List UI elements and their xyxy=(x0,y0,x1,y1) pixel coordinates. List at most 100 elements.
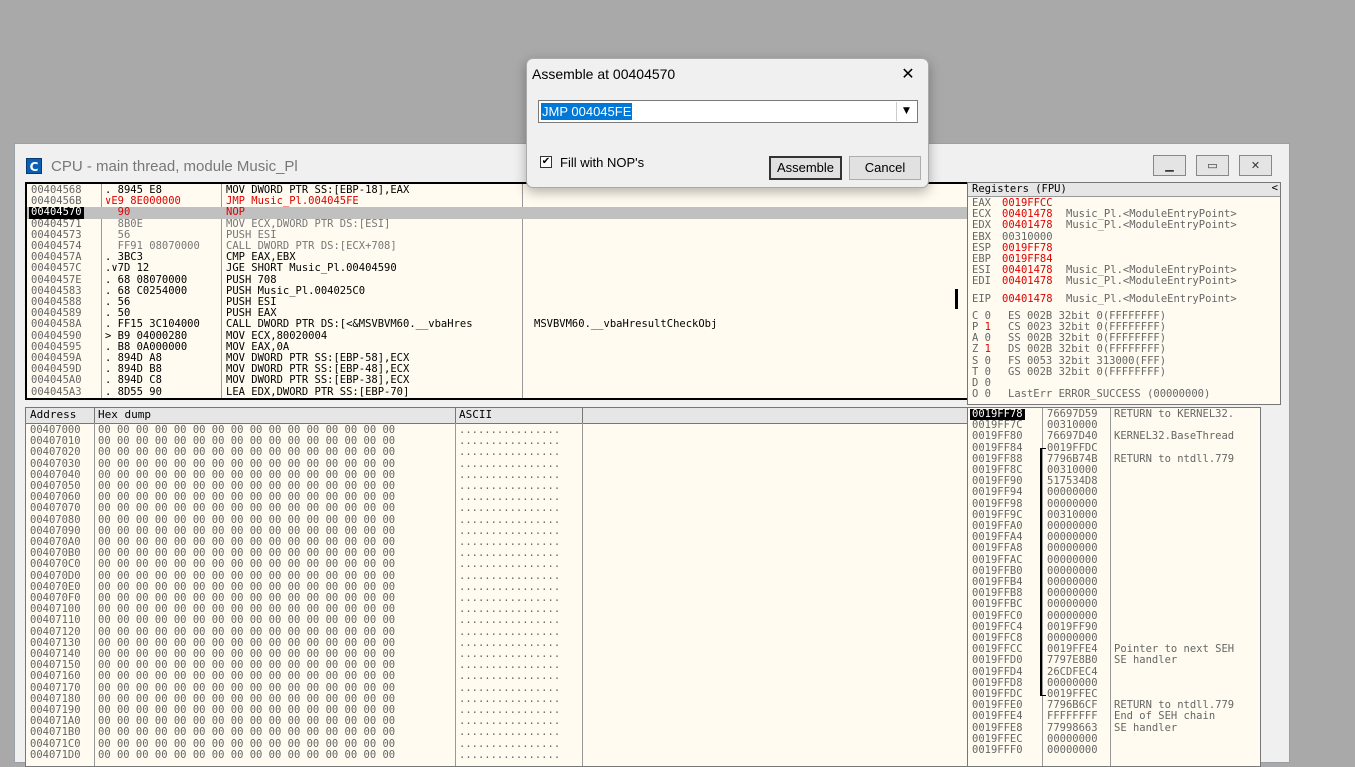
dump-row[interactable]: 00407020 00 00 00 00 00 00 00 00 00 00 00… xyxy=(26,447,971,458)
stack-value: 00000000 xyxy=(1047,598,1098,611)
stack-row[interactable]: 0019FFD0 7797E8B0 SE handler xyxy=(968,655,1260,666)
register-value[interactable]: 00401478 xyxy=(1002,220,1053,231)
stack-row[interactable]: 0019FFE4 FFFFFFFF End of SEH chain xyxy=(968,711,1260,722)
row-command: JMP Music_Pl.004045FE xyxy=(226,195,359,208)
fill-nop-checkbox[interactable]: ✔ xyxy=(540,156,552,168)
collapse-icon[interactable]: < xyxy=(1272,183,1278,194)
disasm-row[interactable]: 00404588. 56 PUSH ESI xyxy=(27,296,970,308)
disasm-scroll-thumb[interactable] xyxy=(955,289,958,309)
dump-header: Address Hex dump ASCII xyxy=(26,408,971,424)
dump-row[interactable]: 004071B0 00 00 00 00 00 00 00 00 00 00 00… xyxy=(26,727,971,738)
dump-row[interactable]: 00407110 00 00 00 00 00 00 00 00 00 00 00… xyxy=(26,615,971,626)
register-comment: Music_Pl.<ModuleEntryPoint> xyxy=(1066,219,1237,232)
registers-header: Registers (FPU) xyxy=(972,183,1067,195)
disasm-row[interactable]: 00404574 FF91 08070000 CALL DWORD PTR DS:… xyxy=(27,240,970,252)
dump-ascii: ................ xyxy=(459,748,561,761)
col-hex-dump[interactable]: Hex dump xyxy=(98,409,151,420)
chevron-down-icon[interactable]: ▼ xyxy=(896,102,916,121)
row-hex: 90 xyxy=(105,206,131,219)
flag-name[interactable]: O 0 xyxy=(972,389,991,400)
register-value[interactable]: 00401478 xyxy=(1002,293,1053,305)
maximize-icon[interactable]: ▭ xyxy=(1196,155,1229,176)
stack-comment: SE handler xyxy=(1114,654,1178,667)
disasm-row[interactable]: 00404595. B8 0A000000 MOV EAX,0A xyxy=(27,341,970,353)
dump-row[interactable]: 00407160 00 00 00 00 00 00 00 00 00 00 00… xyxy=(26,671,971,682)
row-hex: . FF15 3C104000 xyxy=(105,318,200,331)
stack-row[interactable]: 0019FFF0 00000000 xyxy=(968,744,1260,756)
stack-comment: RETURN to KERNEL32. xyxy=(1114,408,1235,420)
cancel-button[interactable]: Cancel xyxy=(849,156,921,180)
dump-row[interactable]: 00407070 00 00 00 00 00 00 00 00 00 00 00… xyxy=(26,503,971,514)
dialog-title: Assemble at 00404570 xyxy=(532,66,676,82)
dump-address: 00407160 xyxy=(30,670,81,683)
dump-bytes: 00 00 00 00 00 00 00 00 00 00 00 00 00 0… xyxy=(98,502,396,515)
dump-address: 00407110 xyxy=(30,614,81,627)
disasm-row[interactable]: 00404583. 68 C0254000 PUSH Music_Pl.00402… xyxy=(27,285,970,297)
disassembly-pane[interactable]: 00404568. 8945 E8 MOV DWORD PTR SS:[EBP-1… xyxy=(25,182,972,400)
seh-bracket xyxy=(1040,447,1046,696)
close-icon[interactable]: ✕ xyxy=(897,63,919,85)
flag-row[interactable]: T 0 GS 002B 32bit 0(FFFFFFFF) xyxy=(968,365,1280,378)
col-address[interactable]: Address xyxy=(30,409,76,420)
row-hex: . 894D C8 xyxy=(105,374,162,387)
register-name: EDX xyxy=(972,219,991,232)
assemble-button[interactable]: Assemble xyxy=(769,156,842,180)
stack-address: 0019FFF0 xyxy=(972,744,1023,756)
command-input[interactable]: JMP 004045FE xyxy=(541,103,633,120)
dump-row[interactable]: 004070C0 00 00 00 00 00 00 00 00 00 00 00… xyxy=(26,559,971,570)
dump-ascii: ................ xyxy=(459,558,561,571)
segment-value: DS 002B 32bit 0(FFFFFFFF) xyxy=(1008,343,1167,356)
row-hex: .∨7D 12 xyxy=(105,262,150,275)
disasm-row[interactable]: 0040457A. 3BC3 CMP EAX,EBX xyxy=(27,251,970,263)
disasm-row[interactable]: 004045A3 . 8D55 90 LEA EDX,DWORD PTR SS:[E… xyxy=(27,385,970,398)
register-row-eip[interactable]: EIP 00401478 Music_Pl.<ModuleEntryPoint> xyxy=(968,293,1280,305)
stack-address: 0019FFD0 xyxy=(972,654,1023,667)
stack-row[interactable]: 0019FFBC 00000000 xyxy=(968,599,1260,610)
row-command: JGE SHORT Music_Pl.00404590 xyxy=(226,262,397,275)
disasm-row[interactable]: 0040459D. 894D B8 MOV DWORD PTR SS:[EBP-4… xyxy=(27,363,970,375)
hex-dump-pane[interactable]: Address Hex dump ASCII 00407000 00 00 00 … xyxy=(25,407,972,767)
close-window-icon[interactable]: ✕ xyxy=(1239,155,1272,176)
minimize-icon[interactable]: ▁ xyxy=(1153,155,1186,176)
dump-address: 004071D0 xyxy=(30,748,81,761)
registers-pane[interactable]: Registers (FPU) < EAX 0019FFCC ECX 00401478… xyxy=(967,182,1281,405)
segment-value: LastErr ERROR_SUCCESS (00000000) xyxy=(1008,388,1211,401)
stack-value: 76697D40 xyxy=(1047,430,1098,443)
segment-value: GS 002B 32bit 0(FFFFFFFF) xyxy=(1008,365,1167,378)
fill-nop-label[interactable]: Fill with NOP's xyxy=(560,155,644,170)
row-command: LEA EDX,DWORD PTR SS:[EBP-70] xyxy=(226,385,410,398)
stack-row[interactable]: 0019FF80 76697D40 KERNEL32.BaseThread xyxy=(968,431,1260,442)
disasm-row[interactable]: 0040457C .∨7D 12 JGE SHORT Music_Pl.004045… xyxy=(27,263,970,274)
flag-row[interactable]: O 0 LastErr ERROR_SUCCESS (00000000) xyxy=(968,388,1280,401)
row-address: 004045A3 xyxy=(31,385,82,398)
stack-comment: End of SEH chain xyxy=(1114,710,1216,723)
dump-address: 00407070 xyxy=(30,502,81,515)
stack-row[interactable]: 0019FFA8 00000000 xyxy=(968,543,1260,554)
dump-row[interactable]: 004071D0 00 00 00 00 00 00 00 00 00 00 00… xyxy=(26,748,971,761)
disasm-row[interactable]: 00404570 90 NOP xyxy=(27,206,970,219)
disasm-row[interactable]: 0040456B ∨E9 8E000000 JMP Music_Pl.004045F… xyxy=(27,195,970,208)
disasm-row[interactable]: 00404571 8B0E MOV ECX,DWORD PTR DS:[ESI] xyxy=(27,218,970,230)
register-name: EDI xyxy=(972,275,991,288)
stack-row[interactable]: 0019FF94 00000000 xyxy=(968,487,1260,498)
disasm-row[interactable]: 0040458A . FF15 3C104000 CALL DWORD PTR DS… xyxy=(27,319,970,330)
stack-value: 00000000 xyxy=(1047,542,1098,555)
cpu-window: C CPU - main thread, module Music_Pl ▁ ▭… xyxy=(14,143,1290,767)
dump-address: 004070C0 xyxy=(30,558,81,571)
dump-bytes: 00 00 00 00 00 00 00 00 00 00 00 00 00 0… xyxy=(98,670,396,683)
register-row[interactable]: EDI 00401478 Music_Pl.<ModuleEntryPoint> xyxy=(968,276,1280,287)
disasm-row[interactable]: 0040459A. 894D A8 MOV DWORD PTR SS:[EBP-5… xyxy=(27,352,970,364)
row-command: NOP xyxy=(226,206,245,219)
register-value[interactable]: 00401478 xyxy=(1002,276,1053,287)
stack-value: 00000000 xyxy=(1047,744,1098,756)
disasm-row[interactable]: 004045A0 . 894D C8 MOV DWORD PTR SS:[EBP-3… xyxy=(27,375,970,386)
stack-pane[interactable]: 0019FF78 76697D59 RETURN to KERNEL32. 0019F… xyxy=(967,407,1261,767)
col-ascii[interactable]: ASCII xyxy=(459,409,492,420)
dump-address: 00407020 xyxy=(30,446,81,459)
command-combobox[interactable]: JMP 004045FE ▼ xyxy=(538,100,918,123)
dump-ascii: ................ xyxy=(459,502,561,515)
dump-address: 004071B0 xyxy=(30,726,81,739)
flag-row[interactable]: Z 1 DS 002B 32bit 0(FFFFFFFF) xyxy=(968,344,1280,355)
register-row[interactable]: EDX 00401478 Music_Pl.<ModuleEntryPoint> xyxy=(968,220,1280,231)
stack-comment: SE handler xyxy=(1114,721,1178,734)
